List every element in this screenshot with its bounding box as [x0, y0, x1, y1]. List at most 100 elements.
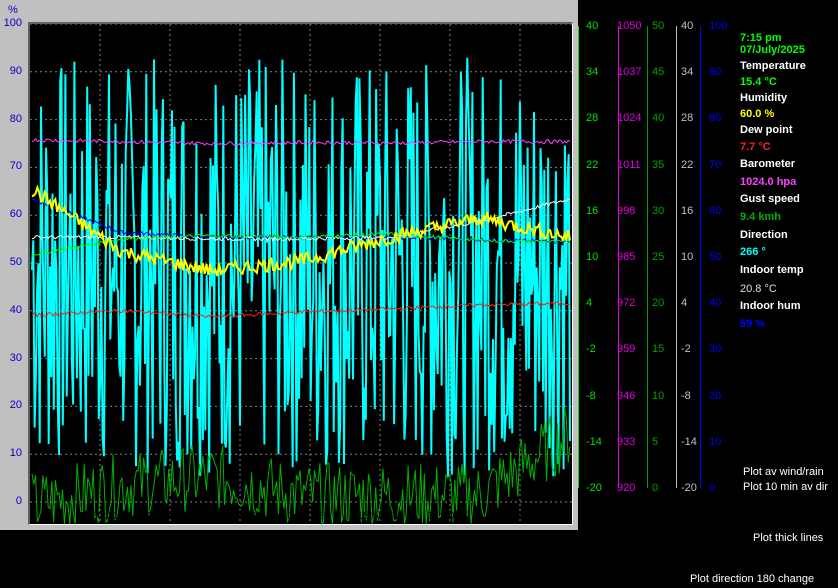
right-axis-tick-temperature: 34	[586, 66, 599, 79]
readout-time: 7:15 pm	[740, 32, 782, 44]
right-axis-tick-indoor_temp: 34	[681, 66, 694, 79]
right-axis-tick-indoor_hum: 90	[709, 66, 722, 79]
time-tick: 15:56:41	[357, 510, 400, 522]
right-axis-tick-barometer: 1011	[617, 158, 641, 171]
right-axis-tick-indoor_hum: 70	[709, 158, 722, 171]
right-axis-tick-indoor_temp: -20	[681, 482, 697, 494]
humidity-label: Humidity	[740, 92, 788, 104]
right-axis-tick-barometer: 1024	[617, 112, 642, 125]
right-axis-tick-indoor_temp: 4	[681, 297, 688, 310]
right-axis-tick-barometer: 985	[617, 251, 636, 263]
plot-canvas	[30, 23, 572, 526]
indoor-hum-label: Indoor hum	[740, 300, 801, 312]
temperature-value: 15.4 °C	[740, 76, 777, 88]
left-axis-unit: %	[8, 4, 18, 16]
right-axis-tick-indoor_hum: 40	[709, 297, 722, 310]
right-axis-tick-indoor_hum: 60	[709, 204, 722, 217]
plot-thick-lines-option[interactable]: Plot thick lines	[753, 532, 823, 544]
time-tick: 12:14:25	[147, 510, 190, 522]
right-axis-tick-temperature: 40	[586, 20, 599, 32]
left-axis-tick: 60	[9, 208, 22, 221]
right-axis-tick-wind: 45	[652, 66, 665, 79]
right-axis-tick-temperature: -20	[586, 482, 602, 494]
indoor-hum-value: 59 %	[740, 318, 766, 330]
barometer-label: Barometer	[740, 158, 796, 170]
series-line-barometer	[31, 137, 571, 146]
right-axis-tick-temperature: 22	[586, 158, 599, 171]
right-axis-tick-barometer: 1050	[617, 20, 642, 32]
indoor-temp-label: Indoor temp	[740, 264, 804, 276]
series-line-direction	[31, 57, 571, 477]
graph-panel: % 100 90 80 70 60 50 40 30 20 10 0 11:00:31 12:14:2…	[0, 0, 578, 530]
readout-date: 07/July/2025	[740, 44, 805, 56]
right-axis-tick-indoor_hum: 80	[709, 112, 722, 125]
time-tick: 18:24:45	[497, 510, 540, 522]
direction-value: 266 °	[740, 246, 766, 258]
right-axis-tick-wind: 15	[652, 343, 665, 356]
gust-value: 9.4 kmh	[740, 211, 781, 223]
gust-label: Gust speed	[740, 193, 800, 205]
right-axis-tick-barometer: 1037	[617, 66, 642, 79]
right-axis-tick-indoor_hum: 20	[709, 389, 722, 402]
left-axis-tick: 40	[9, 303, 22, 316]
right-axis-tick-indoor_hum: 50	[709, 251, 722, 263]
left-axis-tick: 0	[15, 495, 22, 507]
right-axis-tick-wind: 20	[652, 297, 665, 310]
right-axis-tick-barometer: 946	[617, 389, 636, 402]
left-axis-tick: 80	[9, 112, 22, 125]
right-axis-tick-indoor_temp: -8	[681, 389, 691, 402]
left-axis-tick: 70	[9, 160, 22, 173]
right-axis-tick-indoor_temp: -14	[681, 435, 697, 448]
right-axis-tick-indoor_temp: 28	[681, 112, 694, 125]
right-axis-tick-temperature: 4	[586, 297, 593, 310]
humidity-value: 60.0 %	[740, 108, 775, 120]
right-axis-line-temperature	[578, 26, 579, 488]
left-axis-tick: 20	[9, 399, 22, 412]
right-axis-tick-wind: 10	[652, 389, 665, 402]
time-tick: 11:00:31	[77, 510, 120, 522]
plot-area[interactable]	[28, 22, 573, 526]
left-axis-tick: 30	[9, 351, 22, 364]
right-axis-tick-temperature: 16	[586, 204, 599, 217]
right-axis-tick-wind: 25	[652, 251, 665, 263]
left-axis-tick: 10	[9, 447, 22, 460]
right-axis-tick-temperature: -8	[586, 389, 596, 402]
dewpoint-label: Dew point	[740, 124, 793, 136]
time-tick: 17:10:50	[427, 510, 470, 522]
right-axis-line-indoor_hum	[700, 26, 701, 488]
right-axis-tick-temperature: -14	[586, 435, 602, 448]
right-axis-tick-temperature: 28	[586, 112, 599, 125]
right-axis-tick-wind: 5	[652, 435, 659, 448]
right-axis-tick-indoor_temp: 10	[681, 251, 694, 263]
right-axis-tick-barometer: 933	[617, 435, 636, 448]
time-tick: 13:28:33	[217, 510, 260, 522]
left-axis-tick: 100	[3, 17, 22, 29]
right-axis-tick-barometer: 920	[617, 482, 636, 494]
right-axis-line-indoor_temp	[676, 26, 677, 488]
right-axis-tick-wind: 50	[652, 20, 665, 32]
right-axis-tick-barometer: 972	[617, 297, 636, 310]
right-axis-tick-indoor_hum: 30	[709, 343, 722, 356]
plot-10min-dir-option[interactable]: Plot 10 min av dir	[743, 481, 828, 493]
left-axis-tick: 90	[9, 64, 22, 77]
right-axis-tick-indoor_temp: 40	[681, 20, 694, 32]
right-axis-tick-wind: 40	[652, 112, 665, 125]
barometer-value: 1024.0 hpa	[740, 176, 797, 188]
right-axis-tick-wind: 35	[652, 158, 665, 171]
right-axis-tick-indoor_temp: 16	[681, 204, 694, 217]
right-axis-tick-barometer: 959	[617, 343, 636, 356]
indoor-temp-value: 20.8 °C	[740, 283, 777, 295]
dewpoint-value: 7.7 °C	[740, 141, 771, 153]
left-axis-tick: 50	[9, 256, 22, 268]
plot-av-wind-option[interactable]: Plot av wind/rain	[743, 466, 824, 478]
right-axis-line-wind	[647, 26, 648, 488]
right-axis-tick-indoor_hum: 0	[709, 482, 716, 494]
right-axis-tick-indoor_hum: 100	[709, 20, 728, 32]
right-axis-tick-indoor_temp: -2	[681, 343, 691, 356]
right-axis-tick-wind: 0	[652, 482, 659, 494]
direction-label: Direction	[740, 229, 788, 241]
right-axis-tick-indoor_temp: 22	[681, 158, 694, 171]
plot-direction-180-option[interactable]: Plot direction 180 change	[690, 573, 814, 585]
temperature-label: Temperature	[740, 60, 806, 72]
right-axis-tick-barometer: 998	[617, 204, 636, 217]
